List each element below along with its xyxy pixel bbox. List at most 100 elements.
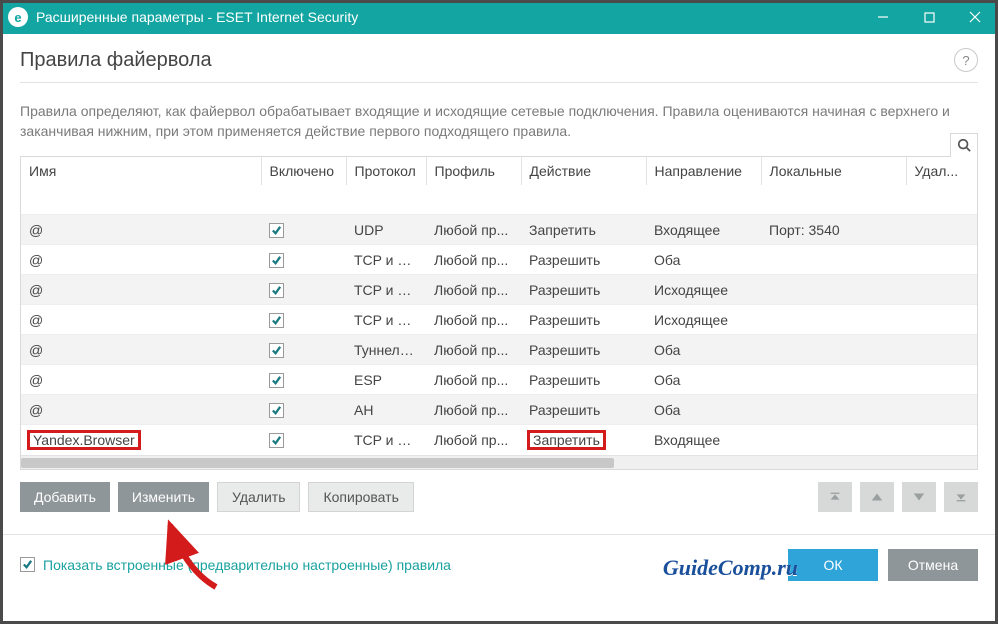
col-remote[interactable]: Удал... — [906, 157, 977, 185]
cell-profile: Любой пр... — [426, 425, 521, 455]
cell-name: @ — [21, 395, 261, 425]
rules-table: Имя Включено Протокол Профиль Действие Н… — [20, 156, 978, 470]
page-description: Правила определяют, как файервол обрабат… — [20, 101, 978, 142]
cell-remote — [906, 365, 977, 395]
table-row[interactable]: @ TCP и U...Любой пр...РазрешитьОба — [21, 245, 977, 275]
col-direction[interactable]: Направление — [646, 157, 761, 185]
minimize-button[interactable] — [860, 0, 906, 34]
cell-action: Разрешить — [521, 365, 646, 395]
cell-protocol: AH — [346, 395, 426, 425]
cell-enabled[interactable] — [261, 305, 346, 335]
cell-action: Запретить — [521, 425, 646, 455]
cell-remote — [906, 425, 977, 455]
checkbox-icon — [269, 223, 284, 238]
cell-name: @ — [21, 215, 261, 245]
add-button[interactable]: Добавить — [20, 482, 110, 512]
cell-local — [761, 395, 906, 425]
table-scroll-indicator — [21, 185, 977, 215]
move-up-button[interactable] — [860, 482, 894, 512]
checkbox-icon — [20, 557, 35, 572]
cell-enabled[interactable] — [261, 365, 346, 395]
col-name[interactable]: Имя — [21, 157, 261, 185]
move-bottom-button[interactable] — [944, 482, 978, 512]
cell-protocol: TCP и U... — [346, 305, 426, 335]
cancel-button[interactable]: Отмена — [888, 549, 978, 581]
help-icon[interactable]: ? — [954, 48, 978, 72]
copy-button[interactable]: Копировать — [308, 482, 413, 512]
cell-enabled[interactable] — [261, 425, 346, 455]
col-action[interactable]: Действие — [521, 157, 646, 185]
delete-button[interactable]: Удалить — [217, 482, 300, 512]
table-row[interactable]: @ TCP и U...Любой пр...РазрешитьИсходящее — [21, 275, 977, 305]
cell-action: Разрешить — [521, 275, 646, 305]
col-protocol[interactable]: Протокол — [346, 157, 426, 185]
checkbox-icon — [269, 373, 284, 388]
cell-action: Разрешить — [521, 305, 646, 335]
table-row[interactable]: @ TCP и U...Любой пр...РазрешитьИсходящее — [21, 305, 977, 335]
cell-direction: Оба — [646, 365, 761, 395]
cell-local — [761, 365, 906, 395]
cell-remote — [906, 305, 977, 335]
cell-name: @ — [21, 275, 261, 305]
cell-profile: Любой пр... — [426, 275, 521, 305]
cell-direction: Оба — [646, 335, 761, 365]
ok-button[interactable]: ОК — [788, 549, 878, 581]
checkbox-icon — [269, 313, 284, 328]
move-down-button[interactable] — [902, 482, 936, 512]
edit-button[interactable]: Изменить — [118, 482, 209, 512]
cell-profile: Любой пр... — [426, 395, 521, 425]
table-row[interactable]: @AHЛюбой пр...РазрешитьОба — [21, 395, 977, 425]
cell-enabled[interactable] — [261, 335, 346, 365]
cell-name: @ — [21, 335, 261, 365]
cell-action: Запретить — [521, 215, 646, 245]
cell-remote — [906, 215, 977, 245]
cell-local — [761, 245, 906, 275]
cell-action: Разрешить — [521, 395, 646, 425]
cell-protocol: ESP — [346, 365, 426, 395]
app-logo-icon: e — [8, 7, 28, 27]
table-row[interactable]: @UDPЛюбой пр...ЗапретитьВходящееПорт: 35… — [21, 215, 977, 245]
cell-enabled[interactable] — [261, 215, 346, 245]
close-button[interactable] — [952, 0, 998, 34]
horizontal-scrollbar[interactable] — [21, 455, 977, 469]
divider — [20, 82, 978, 83]
table-row[interactable]: @ ESPЛюбой пр...РазрешитьОба — [21, 365, 977, 395]
cell-enabled[interactable] — [261, 245, 346, 275]
cell-local — [761, 425, 906, 455]
cell-name: @ — [21, 365, 261, 395]
cell-direction: Исходящее — [646, 305, 761, 335]
checkbox-icon — [269, 253, 284, 268]
col-profile[interactable]: Профиль — [426, 157, 521, 185]
cell-remote — [906, 275, 977, 305]
maximize-button[interactable] — [906, 0, 952, 34]
cell-direction: Оба — [646, 245, 761, 275]
cell-remote — [906, 335, 977, 365]
cell-profile: Любой пр... — [426, 305, 521, 335]
cell-remote — [906, 245, 977, 275]
table-row[interactable]: Yandex.BrowserTCP и U...Любой пр...Запре… — [21, 425, 977, 455]
cell-name: Yandex.Browser — [21, 425, 261, 455]
checkbox-icon — [269, 343, 284, 358]
col-local[interactable]: Локальные — [761, 157, 906, 185]
table-row[interactable]: @Туннель...Любой пр...РазрешитьОба — [21, 335, 977, 365]
cell-enabled[interactable] — [261, 275, 346, 305]
search-button[interactable] — [950, 133, 978, 157]
cell-direction: Исходящее — [646, 275, 761, 305]
checkbox-icon — [269, 403, 284, 418]
cell-profile: Любой пр... — [426, 365, 521, 395]
cell-protocol: TCP и U... — [346, 275, 426, 305]
cell-protocol: TCP и U... — [346, 245, 426, 275]
cell-direction: Входящее — [646, 215, 761, 245]
cell-profile: Любой пр... — [426, 215, 521, 245]
cell-name: @ — [21, 305, 261, 335]
page-title: Правила файервола — [20, 49, 212, 72]
show-builtin-label: Показать встроенные (предварительно наст… — [43, 557, 451, 573]
cell-enabled[interactable] — [261, 395, 346, 425]
col-enabled[interactable]: Включено — [261, 157, 346, 185]
cell-profile: Любой пр... — [426, 245, 521, 275]
move-top-button[interactable] — [818, 482, 852, 512]
cell-name: @ — [21, 245, 261, 275]
cell-protocol: Туннель... — [346, 335, 426, 365]
cell-action: Разрешить — [521, 245, 646, 275]
show-builtin-checkbox[interactable]: Показать встроенные (предварительно наст… — [20, 557, 451, 573]
